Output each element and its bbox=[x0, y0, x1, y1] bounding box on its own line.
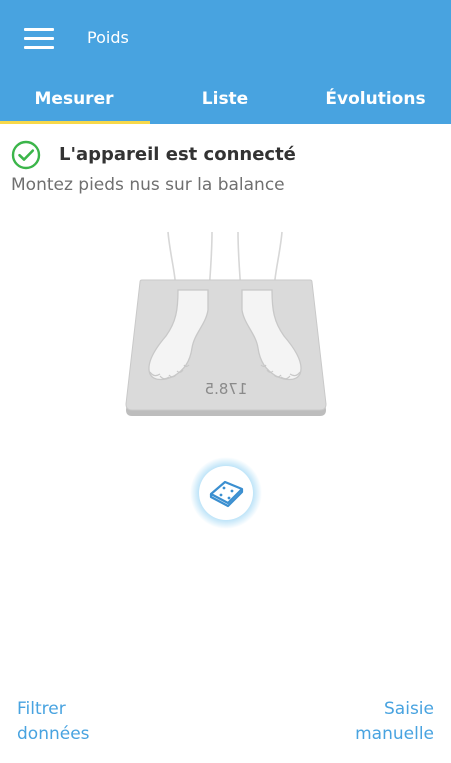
scale-display-value: 178.5 bbox=[205, 380, 248, 398]
scale-illustration: 178.5 bbox=[125, 231, 327, 416]
instruction-text: Montez pieds nus sur la balance bbox=[11, 175, 285, 195]
check-circle-icon bbox=[11, 140, 41, 170]
app-bar: Poids Mesurer Liste Évolutions bbox=[0, 0, 451, 124]
manual-entry-line1: Saisie bbox=[384, 699, 434, 719]
scale-sync-button[interactable] bbox=[190, 457, 262, 529]
tab-evolutions[interactable]: Évolutions bbox=[300, 86, 451, 112]
active-tab-indicator bbox=[0, 121, 150, 124]
connection-status-text: L'appareil est connecté bbox=[59, 144, 296, 165]
app-title: Poids bbox=[87, 28, 129, 47]
tab-liste[interactable]: Liste bbox=[150, 86, 300, 112]
filter-data-line2: données bbox=[17, 724, 90, 744]
manual-entry-line2: manuelle bbox=[355, 724, 434, 744]
filter-data-line1: Filtrer bbox=[17, 699, 66, 719]
tab-mesurer[interactable]: Mesurer bbox=[0, 86, 148, 112]
hamburger-menu-icon[interactable] bbox=[24, 28, 54, 50]
filter-data-link[interactable]: Filtrer données bbox=[17, 697, 90, 747]
manual-entry-link[interactable]: Saisie manuelle bbox=[355, 697, 434, 747]
